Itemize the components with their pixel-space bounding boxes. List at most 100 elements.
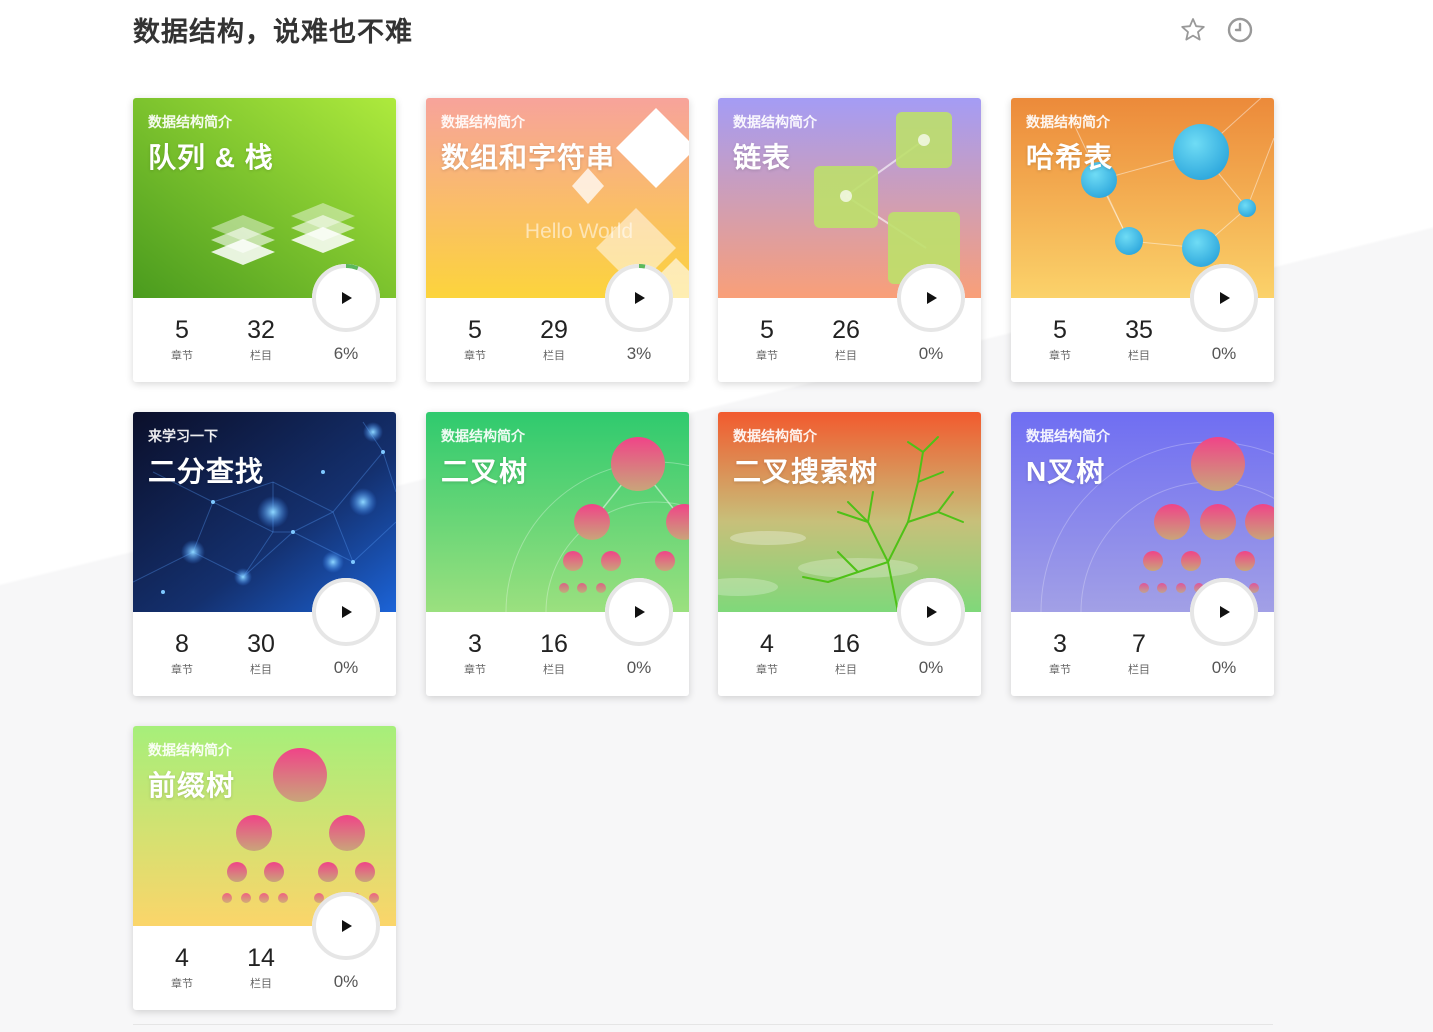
chapters-label: 章节 bbox=[464, 664, 486, 676]
chapters-stat: 3 章节 bbox=[445, 630, 505, 677]
history-clock-icon[interactable] bbox=[1226, 16, 1254, 44]
play-icon bbox=[605, 578, 673, 646]
play-button[interactable] bbox=[310, 262, 382, 334]
chapters-count: 4 bbox=[175, 944, 189, 972]
play-icon bbox=[1190, 578, 1258, 646]
columns-label: 栏目 bbox=[543, 664, 565, 676]
favorite-star-icon[interactable] bbox=[1179, 16, 1207, 44]
columns-count: 32 bbox=[247, 316, 275, 344]
course-card[interactable]: 数据结构简介 哈希表 5 章节 35 栏目 0% bbox=[1011, 98, 1274, 382]
chapters-stat: 5 章节 bbox=[445, 316, 505, 363]
card-subtitle: 数据结构简介 bbox=[733, 114, 817, 130]
progress-percent: 3% bbox=[626, 344, 652, 363]
course-card[interactable]: 数据结构简介 队列 & 栈 5 章节 32 栏目 6% bbox=[133, 98, 396, 382]
play-icon bbox=[897, 264, 965, 332]
chapters-count: 3 bbox=[468, 630, 482, 658]
section-divider bbox=[133, 1024, 1273, 1025]
chapters-stat: 3 章节 bbox=[1030, 630, 1090, 677]
chapters-count: 3 bbox=[1053, 630, 1067, 658]
columns-stat: 16 栏目 bbox=[524, 630, 584, 677]
columns-label: 栏目 bbox=[1128, 350, 1150, 362]
chapters-stat: 4 章节 bbox=[152, 944, 212, 991]
chapters-label: 章节 bbox=[464, 350, 486, 362]
columns-label: 栏目 bbox=[250, 664, 272, 676]
play-button[interactable] bbox=[603, 576, 675, 648]
course-card[interactable]: 来学习一下 二分查找 8 章节 30 栏目 0% bbox=[133, 412, 396, 696]
course-card[interactable]: 数据结构简介 N叉树 3 章节 7 栏目 0% bbox=[1011, 412, 1274, 696]
chapters-label: 章节 bbox=[171, 978, 193, 990]
play-button[interactable] bbox=[603, 262, 675, 334]
chapters-label: 章节 bbox=[171, 664, 193, 676]
page-title: 数据结构，说难也不难 bbox=[133, 17, 413, 47]
progress-percent: 0% bbox=[918, 658, 944, 677]
card-title: 二分查找 bbox=[148, 456, 265, 487]
course-card[interactable]: Hello World 数据结构简介 数组和字符串 5 章节 29 栏目 3% bbox=[426, 98, 689, 382]
play-button[interactable] bbox=[895, 262, 967, 334]
chapters-stat: 5 章节 bbox=[737, 316, 797, 363]
card-title: 二叉搜索树 bbox=[733, 456, 879, 487]
card-title: 哈希表 bbox=[1026, 142, 1114, 173]
card-subtitle: 数据结构简介 bbox=[441, 114, 525, 130]
play-button[interactable] bbox=[1188, 576, 1260, 648]
chapters-label: 章节 bbox=[756, 664, 778, 676]
progress-percent: 6% bbox=[333, 344, 359, 363]
card-subtitle: 数据结构简介 bbox=[733, 428, 817, 444]
play-icon bbox=[1190, 264, 1258, 332]
play-icon bbox=[312, 578, 380, 646]
play-icon bbox=[605, 264, 673, 332]
columns-label: 栏目 bbox=[835, 350, 857, 362]
play-icon bbox=[897, 578, 965, 646]
card-subtitle: 数据结构简介 bbox=[148, 114, 232, 130]
columns-count: 7 bbox=[1132, 630, 1146, 658]
play-button[interactable] bbox=[895, 576, 967, 648]
chapters-stat: 8 章节 bbox=[152, 630, 212, 677]
card-title: 二叉树 bbox=[441, 456, 529, 487]
course-card[interactable]: 数据结构简介 二叉搜索树 4 章节 16 栏目 0% bbox=[718, 412, 981, 696]
chapters-count: 5 bbox=[1053, 316, 1067, 344]
columns-stat: 29 栏目 bbox=[524, 316, 584, 363]
columns-label: 栏目 bbox=[250, 978, 272, 990]
columns-stat: 16 栏目 bbox=[816, 630, 876, 677]
chapters-stat: 5 章节 bbox=[152, 316, 212, 363]
card-subtitle: 数据结构简介 bbox=[441, 428, 525, 444]
card-title: 链表 bbox=[733, 142, 792, 173]
columns-label: 栏目 bbox=[543, 350, 565, 362]
chapters-count: 8 bbox=[175, 630, 189, 658]
play-icon bbox=[312, 264, 380, 332]
progress-percent: 0% bbox=[333, 658, 359, 677]
chapters-count: 4 bbox=[760, 630, 774, 658]
columns-stat: 30 栏目 bbox=[231, 630, 291, 677]
chapters-label: 章节 bbox=[1049, 664, 1071, 676]
columns-count: 26 bbox=[832, 316, 860, 344]
card-title: 数组和字符串 bbox=[441, 142, 616, 173]
columns-count: 29 bbox=[540, 316, 568, 344]
play-button[interactable] bbox=[1188, 262, 1260, 334]
columns-count: 16 bbox=[832, 630, 860, 658]
progress-percent: 0% bbox=[1211, 344, 1237, 363]
chapters-count: 5 bbox=[175, 316, 189, 344]
columns-label: 栏目 bbox=[835, 664, 857, 676]
card-subtitle: 数据结构简介 bbox=[1026, 114, 1110, 130]
progress-percent: 0% bbox=[918, 344, 944, 363]
cover-hello-world: Hello World bbox=[525, 220, 633, 243]
card-title: 前缀树 bbox=[148, 770, 236, 801]
course-card[interactable]: 数据结构简介 前缀树 4 章节 14 栏目 0% bbox=[133, 726, 396, 1010]
chapters-label: 章节 bbox=[1049, 350, 1071, 362]
columns-count: 16 bbox=[540, 630, 568, 658]
card-subtitle: 数据结构简介 bbox=[148, 742, 232, 758]
columns-stat: 32 栏目 bbox=[231, 316, 291, 363]
chapters-count: 5 bbox=[468, 316, 482, 344]
columns-label: 栏目 bbox=[1128, 664, 1150, 676]
chapters-stat: 5 章节 bbox=[1030, 316, 1090, 363]
play-button[interactable] bbox=[310, 890, 382, 962]
card-subtitle: 来学习一下 bbox=[148, 428, 218, 444]
card-title: 队列 & 栈 bbox=[148, 142, 274, 173]
columns-stat: 26 栏目 bbox=[816, 316, 876, 363]
play-button[interactable] bbox=[310, 576, 382, 648]
progress-percent: 0% bbox=[333, 972, 359, 991]
card-subtitle: 数据结构简介 bbox=[1026, 428, 1110, 444]
course-card[interactable]: 数据结构简介 二叉树 3 章节 16 栏目 0% bbox=[426, 412, 689, 696]
progress-percent: 0% bbox=[1211, 658, 1237, 677]
course-card[interactable]: 数据结构简介 链表 5 章节 26 栏目 0% bbox=[718, 98, 981, 382]
card-title: N叉树 bbox=[1026, 456, 1106, 487]
